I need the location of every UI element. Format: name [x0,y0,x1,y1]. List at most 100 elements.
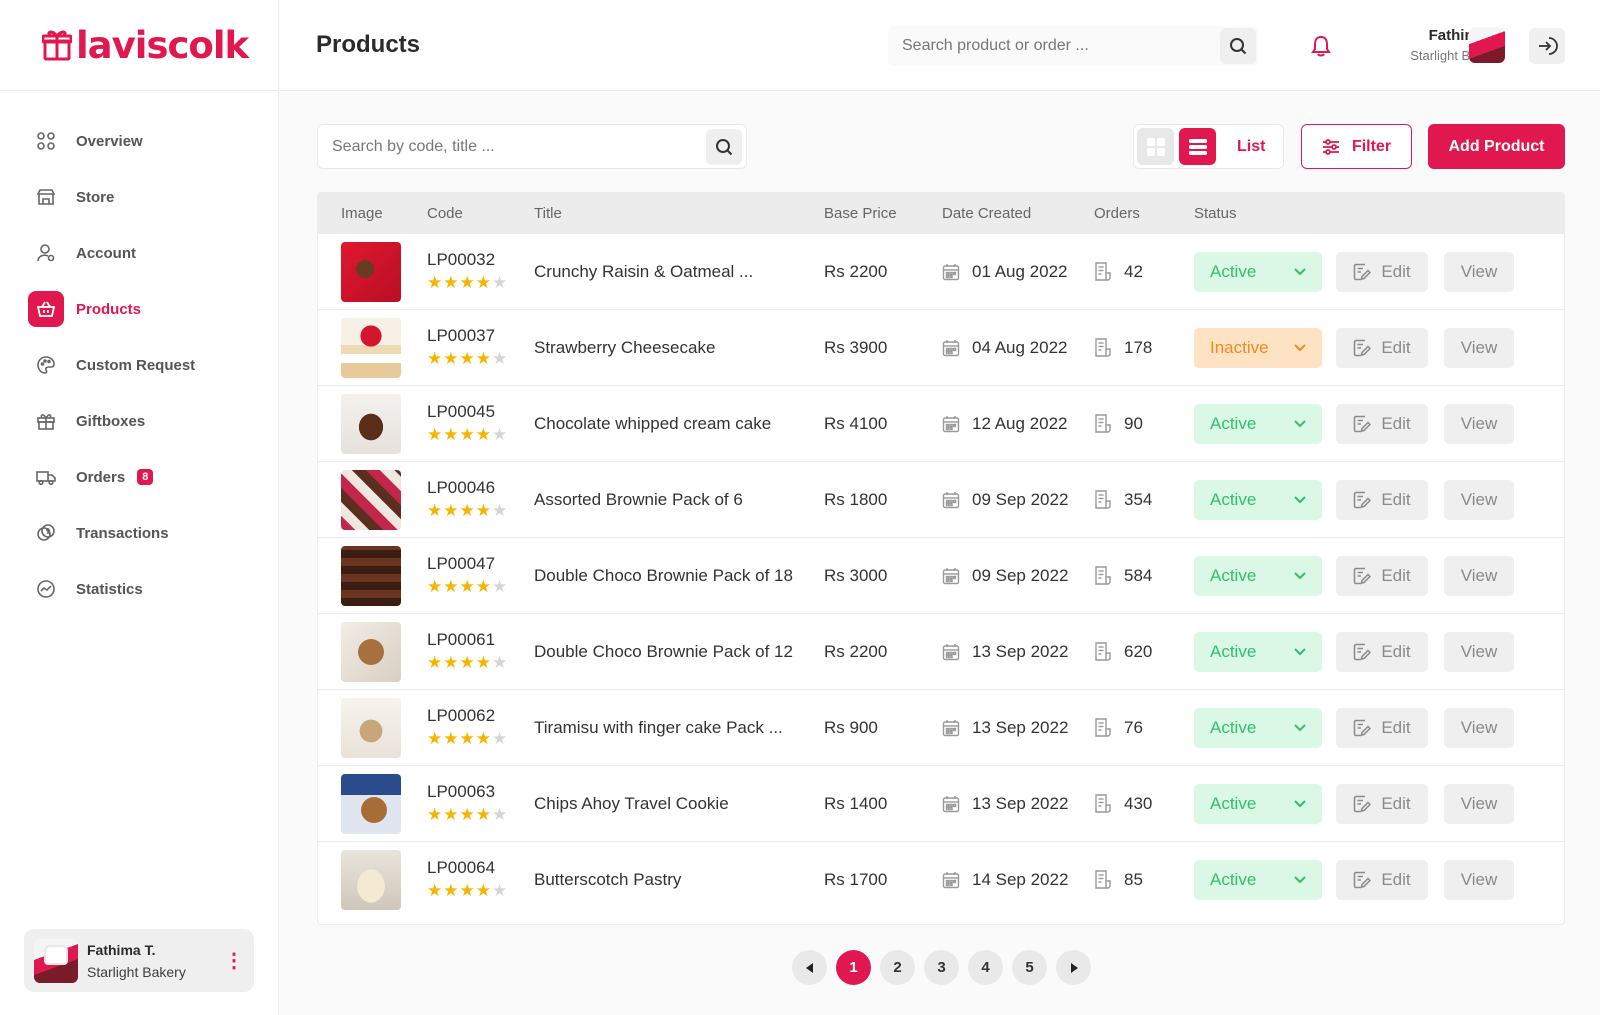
bell-icon [1311,35,1331,57]
product-thumbnail[interactable] [341,545,401,606]
sidebar-item-orders[interactable]: Orders 8 [0,449,278,505]
status-dropdown[interactable]: Active [1194,555,1322,596]
product-price: Rs 1400 [824,793,888,813]
view-button[interactable]: View [1444,327,1514,368]
view-button[interactable]: View [1444,860,1514,900]
product-thumbnail[interactable] [341,621,401,682]
view-button[interactable]: View [1444,707,1514,748]
add-product-button[interactable]: Add Product [1428,124,1565,169]
status-dropdown[interactable]: Active [1194,631,1322,672]
status-value: Active [1210,489,1257,509]
status-dropdown[interactable]: Active [1194,860,1322,900]
page-button[interactable]: 2 [880,950,915,985]
sidebar-item-custom-request[interactable]: Custom Request [0,337,278,393]
table-row[interactable]: LP00061 ★ ★ ★ ★ ★ Double Choco Brownie Pack … [318,614,1564,690]
table-row[interactable]: LP00046 ★ ★ ★ ★ ★ Assorted Brownie Pack of 6… [318,462,1564,538]
column-header-image: Image [341,205,383,222]
edit-button[interactable]: Edit [1336,707,1428,748]
edit-button[interactable]: Edit [1336,479,1428,520]
sidebar-item-products[interactable]: Products [0,281,278,337]
star-filled-icon: ★ [475,576,491,596]
edit-label: Edit [1381,261,1411,281]
status-dropdown[interactable]: Active [1194,479,1322,520]
logo[interactable]: laviscolk [0,0,278,91]
avatar[interactable] [34,938,78,983]
list-view-button[interactable] [1179,128,1216,165]
logout-button[interactable] [1529,28,1565,64]
filter-button[interactable]: Filter [1301,124,1412,169]
next-page-button[interactable] [1056,950,1091,985]
grid-view-button[interactable] [1137,128,1174,165]
page-button[interactable]: 5 [1012,950,1047,985]
notifications-button[interactable] [1310,34,1332,63]
page-button[interactable]: 1 [836,950,871,985]
sidebar-item-account[interactable]: Account [0,225,278,281]
star-empty-icon: ★ [492,500,508,520]
status-dropdown[interactable]: Active [1194,707,1322,748]
table-row[interactable]: LP00037 ★ ★ ★ ★ ★ Strawberry Cheesecake Rs 3… [318,310,1564,386]
product-thumbnail[interactable] [341,773,401,834]
star-empty-icon: ★ [492,272,508,292]
product-thumbnail[interactable] [341,241,401,302]
star-empty-icon: ★ [492,880,508,900]
star-filled-icon: ★ [475,424,491,444]
edit-label: Edit [1381,717,1411,737]
product-thumbnail[interactable] [341,469,401,530]
sidebar-item-statistics[interactable]: Statistics [0,561,278,617]
calendar-icon [942,491,960,508]
status-dropdown[interactable]: Active [1194,251,1322,292]
edit-icon [1354,643,1372,660]
date-value: 09 Sep 2022 [972,489,1069,509]
product-search-button[interactable] [706,128,742,165]
edit-button[interactable]: Edit [1336,783,1428,824]
previous-page-button[interactable] [792,950,827,985]
table-row[interactable]: LP00045 ★ ★ ★ ★ ★ Chocolate whipped cream ca… [318,386,1564,462]
product-date-created: 14 Sep 2022 [942,870,1068,890]
status-dropdown[interactable]: Active [1194,783,1322,824]
view-button[interactable]: View [1444,555,1514,596]
view-button[interactable]: View [1444,403,1514,444]
edit-button[interactable]: Edit [1336,631,1428,672]
status-dropdown[interactable]: Active [1194,403,1322,444]
page-button[interactable]: 4 [968,950,1003,985]
view-mode-label[interactable]: List [1237,138,1265,156]
edit-button[interactable]: Edit [1336,555,1428,596]
view-button[interactable]: View [1444,479,1514,520]
edit-button[interactable]: Edit [1336,860,1428,900]
global-search-input[interactable] [888,37,1220,55]
sidebar-item-transactions[interactable]: Transactions [0,505,278,561]
status-dropdown[interactable]: Inactive [1194,327,1322,368]
edit-button[interactable]: Edit [1336,251,1428,292]
view-button[interactable]: View [1444,251,1514,292]
edit-button[interactable]: Edit [1336,403,1428,444]
calendar-icon [942,872,960,889]
search-button[interactable] [1220,28,1256,64]
edit-label: Edit [1381,489,1411,509]
sidebar-item-giftboxes[interactable]: Giftboxes [0,393,278,449]
product-price: Rs 4100 [824,413,888,433]
product-thumbnail[interactable] [341,317,401,378]
product-search-input[interactable] [318,137,706,156]
sidebar-item-label: Transactions [76,524,169,542]
product-thumbnail[interactable] [341,393,401,454]
table-row[interactable]: LP00047 ★ ★ ★ ★ ★ Double Choco Brownie Pack … [318,538,1564,614]
product-thumbnail[interactable] [341,850,401,910]
view-button[interactable]: View [1444,783,1514,824]
more-options-icon[interactable]: ⋮ [224,951,244,971]
sidebar-item-store[interactable]: Store [0,169,278,225]
page-button[interactable]: 3 [924,950,959,985]
orders-value: 620 [1124,641,1153,661]
view-button[interactable]: View [1444,631,1514,672]
table-row[interactable]: LP00063 ★ ★ ★ ★ ★ Chips Ahoy Travel Cookie R… [318,766,1564,842]
star-filled-icon: ★ [443,424,459,444]
table-row[interactable]: LP00064 ★ ★ ★ ★ ★ Butterscotch Pastry Rs 170… [318,842,1564,918]
star-filled-icon: ★ [475,652,491,672]
table-row[interactable]: LP00062 ★ ★ ★ ★ ★ Tiramisu with finger cake … [318,690,1564,766]
product-thumbnail[interactable] [341,697,401,758]
chevron-down-icon [1294,419,1306,427]
edit-button[interactable]: Edit [1336,327,1428,368]
avatar[interactable] [1469,27,1505,63]
sidebar-item-overview[interactable]: Overview [0,113,278,169]
table-row[interactable]: LP00032 ★ ★ ★ ★ ★ Crunchy Raisin & Oatmeal .… [318,234,1564,310]
product-price: Rs 1800 [824,489,888,509]
